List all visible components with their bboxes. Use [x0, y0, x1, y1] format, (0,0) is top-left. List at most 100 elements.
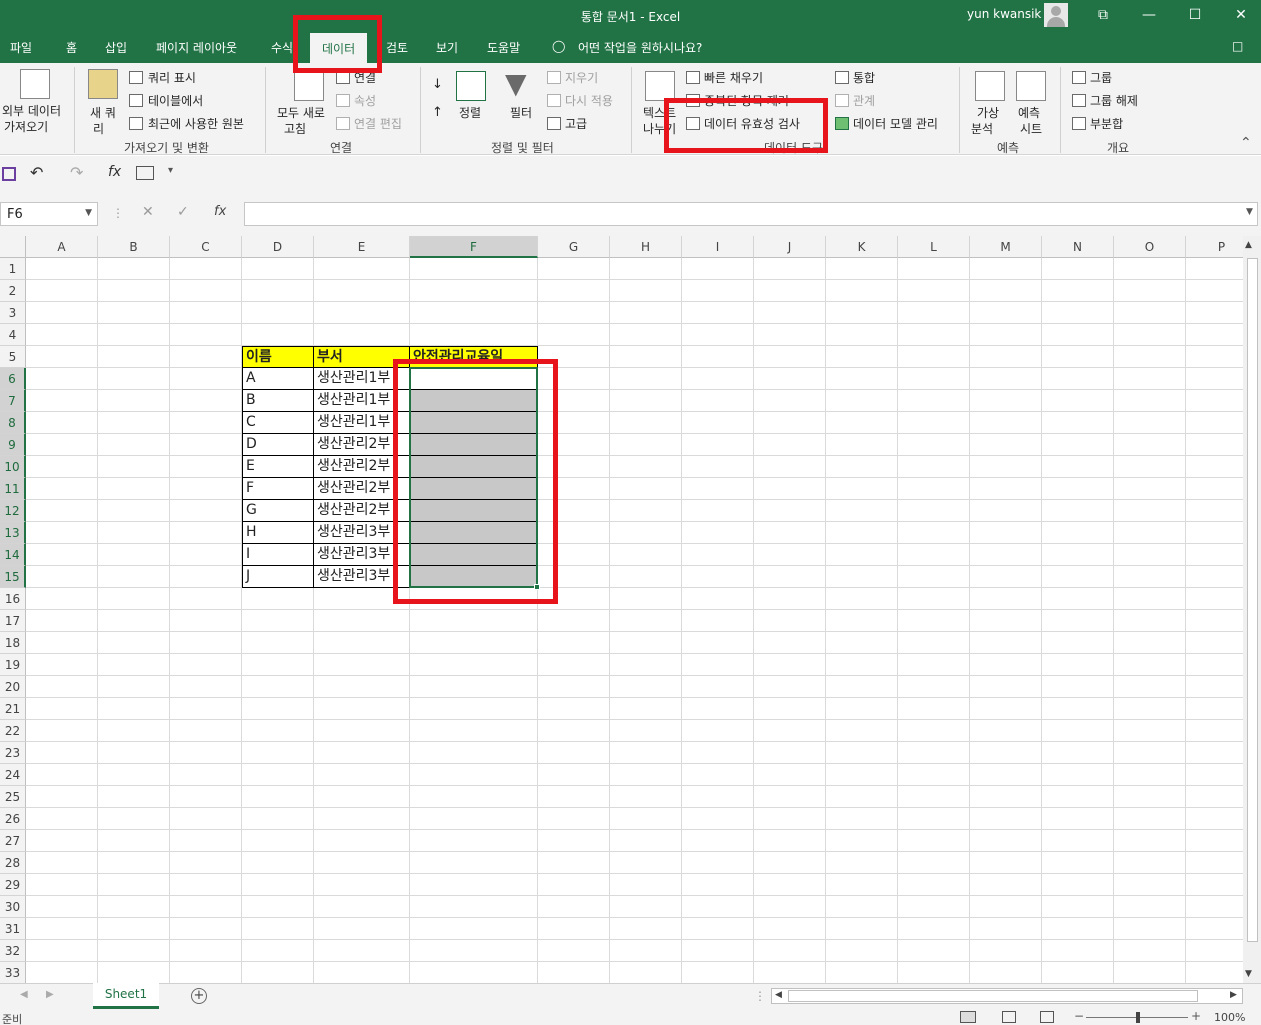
refresh-all-button-line2[interactable]: 고침 [284, 120, 306, 137]
select-all-button[interactable] [0, 236, 26, 258]
what-if-button[interactable]: 가상 [977, 104, 999, 121]
page-break-view-icon[interactable] [1040, 1011, 1054, 1023]
comments-icon[interactable]: □ [1232, 39, 1243, 53]
table-cell-name[interactable]: C [242, 412, 314, 434]
maximize-icon[interactable]: ☐ [1184, 4, 1206, 26]
enter-icon[interactable]: ✓ [177, 204, 189, 220]
forecast-sheet-button[interactable]: 예측 [1018, 104, 1040, 121]
row-header-5[interactable]: 5 [0, 346, 26, 368]
table-header-cell[interactable]: 이름 [242, 346, 314, 368]
column-header-e[interactable]: E [314, 236, 410, 258]
group-icon[interactable] [1072, 71, 1086, 84]
worksheet-grid[interactable]: ABCDEFGHIJKLMNOP 1 2 3 4 5 6 7 8 9 10 11 12 13 14 15 16… [0, 236, 1243, 983]
insert-function-qat-icon[interactable]: fx [108, 164, 121, 180]
row-header-28[interactable]: 28 [0, 852, 26, 874]
tab-view[interactable]: 보기 [436, 39, 458, 56]
row-header-27[interactable]: 27 [0, 830, 26, 852]
row-header-19[interactable]: 19 [0, 654, 26, 676]
save-icon[interactable] [2, 167, 16, 181]
table-cell-name[interactable]: G [242, 500, 314, 522]
row-header-6[interactable]: 6 [0, 368, 26, 390]
scroll-left-icon[interactable]: ◀ [775, 990, 782, 1000]
row-header-31[interactable]: 31 [0, 918, 26, 940]
row-header-33[interactable]: 33 [0, 962, 26, 983]
new-query-button-line2[interactable]: 리 [93, 120, 104, 137]
add-sheet-icon[interactable]: + [191, 988, 207, 1004]
text-to-columns-icon[interactable] [645, 71, 675, 101]
zoom-in-icon[interactable]: + [1191, 1009, 1201, 1023]
chevron-down-icon[interactable]: ▼ [85, 208, 92, 218]
flash-fill-button[interactable]: 빠른 채우기 [704, 69, 763, 86]
ungroup-button[interactable]: 그룹 해제 [1090, 92, 1138, 109]
close-icon[interactable]: ✕ [1230, 4, 1252, 26]
row-header-30[interactable]: 30 [0, 896, 26, 918]
row-header-18[interactable]: 18 [0, 632, 26, 654]
insert-function-button[interactable]: fx [214, 204, 226, 219]
horizontal-scrollbar[interactable]: ◀ ▶ [771, 988, 1243, 1004]
sort-descending-icon[interactable]: ↑ [432, 105, 443, 120]
from-table-icon[interactable] [129, 94, 143, 107]
column-header-f[interactable]: F [410, 236, 538, 258]
row-header-4[interactable]: 4 [0, 324, 26, 346]
row-header-26[interactable]: 26 [0, 808, 26, 830]
column-header-b[interactable]: B [98, 236, 170, 258]
advanced-filter-icon[interactable] [547, 117, 561, 130]
form-icon[interactable] [136, 166, 154, 180]
sheet-tab-sheet1[interactable]: Sheet1 [93, 983, 159, 1009]
column-header-g[interactable]: G [538, 236, 610, 258]
collapse-ribbon-icon[interactable]: ⌃ [1240, 135, 1252, 151]
row-header-22[interactable]: 22 [0, 720, 26, 742]
page-layout-view-icon[interactable] [1002, 1011, 1016, 1023]
table-cell-name[interactable]: F [242, 478, 314, 500]
column-header-l[interactable]: L [898, 236, 970, 258]
zoom-level[interactable]: 100% [1214, 1011, 1245, 1024]
table-cell-name[interactable]: J [242, 566, 314, 588]
row-header-32[interactable]: 32 [0, 940, 26, 962]
consolidate-icon[interactable] [835, 71, 849, 84]
table-cell-name[interactable]: H [242, 522, 314, 544]
external-data-icon[interactable] [20, 69, 50, 99]
row-header-10[interactable]: 10 [0, 456, 26, 478]
column-header-j[interactable]: J [754, 236, 826, 258]
column-header-d[interactable]: D [242, 236, 314, 258]
row-header-13[interactable]: 13 [0, 522, 26, 544]
row-header-8[interactable]: 8 [0, 412, 26, 434]
row-header-7[interactable]: 7 [0, 390, 26, 412]
external-data-button-line2[interactable]: 가져오기 [4, 118, 48, 135]
column-header-o[interactable]: O [1114, 236, 1186, 258]
column-header-a[interactable]: A [26, 236, 98, 258]
flash-fill-icon[interactable] [686, 71, 700, 84]
tab-formulas[interactable]: 수식 [271, 39, 293, 56]
row-header-3[interactable]: 3 [0, 302, 26, 324]
horizontal-scroll-thumb[interactable] [788, 990, 1198, 1002]
what-if-icon[interactable] [975, 71, 1005, 101]
user-name[interactable]: yun kwansik [967, 7, 1041, 21]
vertical-scrollbar[interactable]: ▲ ▼ [1243, 236, 1261, 983]
tab-file[interactable]: 파일 [10, 39, 32, 56]
zoom-out-icon[interactable]: − [1074, 1009, 1084, 1023]
row-header-11[interactable]: 11 [0, 478, 26, 500]
table-cell-name[interactable]: E [242, 456, 314, 478]
external-data-button[interactable]: 외부 데이터 [2, 102, 61, 119]
tab-review[interactable]: 검토 [386, 39, 408, 56]
row-header-15[interactable]: 15 [0, 566, 26, 588]
vertical-scroll-thumb[interactable] [1247, 258, 1258, 942]
lightbulb-icon[interactable]: ◯ [552, 39, 565, 53]
group-button[interactable]: 그룹 [1090, 69, 1112, 86]
tell-me-search[interactable]: 어떤 작업을 원하시나요? [578, 39, 702, 56]
drag-handle-icon[interactable]: ⋮ [112, 206, 124, 220]
column-header-n[interactable]: N [1042, 236, 1114, 258]
cancel-icon[interactable]: ✕ [142, 204, 154, 220]
ribbon-display-options-icon[interactable]: ⧉ [1092, 4, 1114, 26]
prev-sheet-icon[interactable]: ◀ [20, 989, 28, 1000]
row-header-12[interactable]: 12 [0, 500, 26, 522]
data-model-icon[interactable] [835, 117, 849, 130]
normal-view-icon[interactable] [960, 1011, 976, 1023]
row-header-29[interactable]: 29 [0, 874, 26, 896]
split-handle-icon[interactable]: ⋮ [754, 989, 766, 1003]
recent-sources-icon[interactable] [129, 117, 143, 130]
show-queries-button[interactable]: 쿼리 표시 [148, 69, 196, 86]
column-header-m[interactable]: M [970, 236, 1042, 258]
sort-button[interactable]: 정렬 [459, 104, 481, 121]
consolidate-button[interactable]: 통합 [853, 69, 875, 86]
